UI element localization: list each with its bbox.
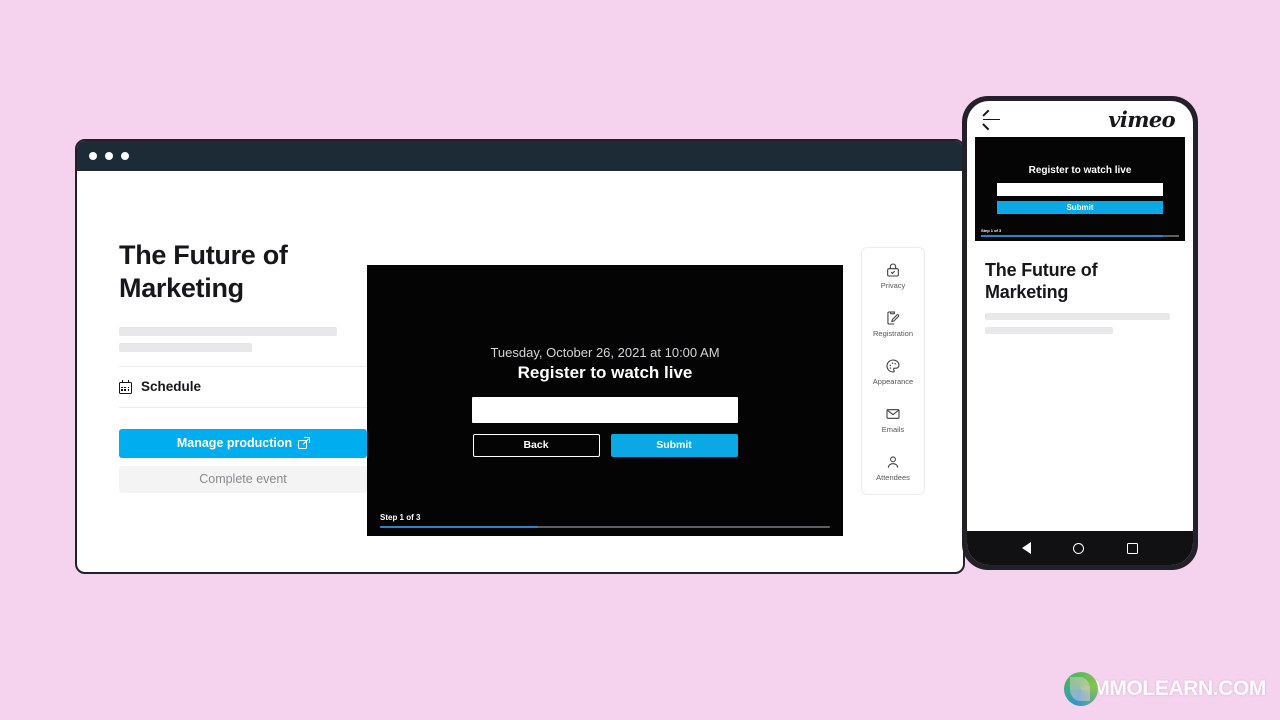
phone-register-heading: Register to watch live	[1028, 164, 1132, 176]
event-datetime: Tuesday, October 26, 2021 at 10:00 AM	[490, 344, 720, 360]
browser-content: The Future of Marketing Schedule Manage p…	[77, 171, 963, 572]
watermark-text: MMOLEARN.COM	[1092, 677, 1266, 700]
browser-window: The Future of Marketing Schedule Manage p…	[75, 139, 965, 574]
sidebar-item-attendees[interactable]: Attendees	[862, 454, 924, 482]
phone-event-details: The Future of Marketing	[967, 241, 1193, 531]
manage-production-label: Manage production	[176, 436, 293, 451]
phone-progress-fill	[981, 235, 1164, 237]
registration-email-input[interactable]	[472, 396, 738, 423]
back-button[interactable]: Back	[472, 433, 600, 457]
settings-rail-column: Privacy Registration Appearance Emails A…	[843, 197, 925, 572]
phone-step-label: Step 1 of 3	[981, 228, 1002, 234]
step-label: Step 1 of 3	[380, 513, 421, 522]
sidebar-item-emails[interactable]: Emails	[862, 406, 924, 434]
settings-rail: Privacy Registration Appearance Emails A…	[861, 247, 925, 495]
placeholder-line	[119, 326, 337, 336]
sidebar-item-privacy[interactable]: Privacy	[862, 262, 924, 290]
window-dot-close[interactable]	[89, 152, 97, 160]
browser-titlebar	[77, 141, 963, 171]
player-column: Tuesday, October 26, 2021 at 10:00 AM Re…	[367, 197, 843, 572]
complete-event-button[interactable]: Complete event	[119, 465, 367, 493]
phone-page-title: The Future of Marketing	[985, 260, 1098, 302]
player-button-row: Back Submit	[472, 433, 738, 457]
progress-fill	[380, 526, 538, 528]
sidebar-item-label: Privacy	[880, 281, 906, 290]
sidebar-item-label: Registration	[872, 329, 914, 338]
envelope-icon	[886, 409, 900, 419]
back-arrow-icon[interactable]	[982, 109, 1000, 130]
register-heading: Register to watch live	[517, 362, 693, 382]
schedule-label: Schedule	[141, 379, 202, 395]
phone-registration-input[interactable]	[997, 182, 1163, 196]
manage-production-button[interactable]: Manage production	[119, 428, 367, 458]
nav-recents-icon[interactable]	[1126, 542, 1138, 554]
video-player[interactable]: Tuesday, October 26, 2021 at 10:00 AM Re…	[367, 265, 843, 536]
placeholder-line	[985, 326, 1113, 334]
calendar-icon	[119, 379, 132, 394]
placeholder-line	[119, 342, 252, 352]
sidebar-item-label: Emails	[881, 425, 905, 434]
window-dot-maximize[interactable]	[121, 152, 129, 160]
phone-video-player[interactable]: Register to watch live Submit Step 1 of …	[975, 137, 1185, 241]
sidebar-item-appearance[interactable]: Appearance	[862, 358, 924, 386]
phone-step-progress: Step 1 of 3	[981, 228, 1179, 237]
phone-mockup: vimeo Register to watch live Submit Step…	[962, 96, 1198, 570]
page-title: The Future of Marketing	[119, 240, 288, 303]
sidebar-item-label: Appearance	[872, 377, 914, 386]
phone-header: vimeo	[967, 101, 1193, 137]
submit-button[interactable]: Submit	[610, 433, 738, 457]
sidebar-item-registration[interactable]: Registration	[862, 310, 924, 338]
complete-event-label: Complete event	[199, 472, 287, 487]
palette-icon	[886, 359, 900, 373]
progress-track	[380, 526, 830, 528]
phone-screen: vimeo Register to watch live Submit Step…	[967, 101, 1193, 565]
vimeo-logo: vimeo	[1108, 106, 1175, 132]
window-dot-minimize[interactable]	[105, 152, 113, 160]
schedule-row[interactable]: Schedule	[119, 367, 367, 408]
nav-home-icon[interactable]	[1073, 542, 1085, 554]
phone-nav-bar	[967, 531, 1193, 565]
phone-progress-track	[981, 235, 1179, 237]
step-progress: Step 1 of 3	[380, 513, 830, 528]
clipboard-pencil-icon	[887, 311, 900, 325]
event-details-panel: The Future of Marketing Schedule Manage p…	[77, 197, 367, 572]
placeholder-line	[985, 312, 1170, 320]
sidebar-item-label: Attendees	[876, 473, 910, 482]
nav-back-icon[interactable]	[1022, 542, 1032, 554]
watermark: MMOLEARN.COM	[1064, 672, 1266, 706]
phone-submit-button[interactable]: Submit	[997, 200, 1163, 214]
person-icon	[887, 456, 899, 468]
description-placeholder	[119, 326, 367, 352]
lock-check-icon	[887, 263, 899, 277]
external-link-icon	[298, 436, 311, 449]
